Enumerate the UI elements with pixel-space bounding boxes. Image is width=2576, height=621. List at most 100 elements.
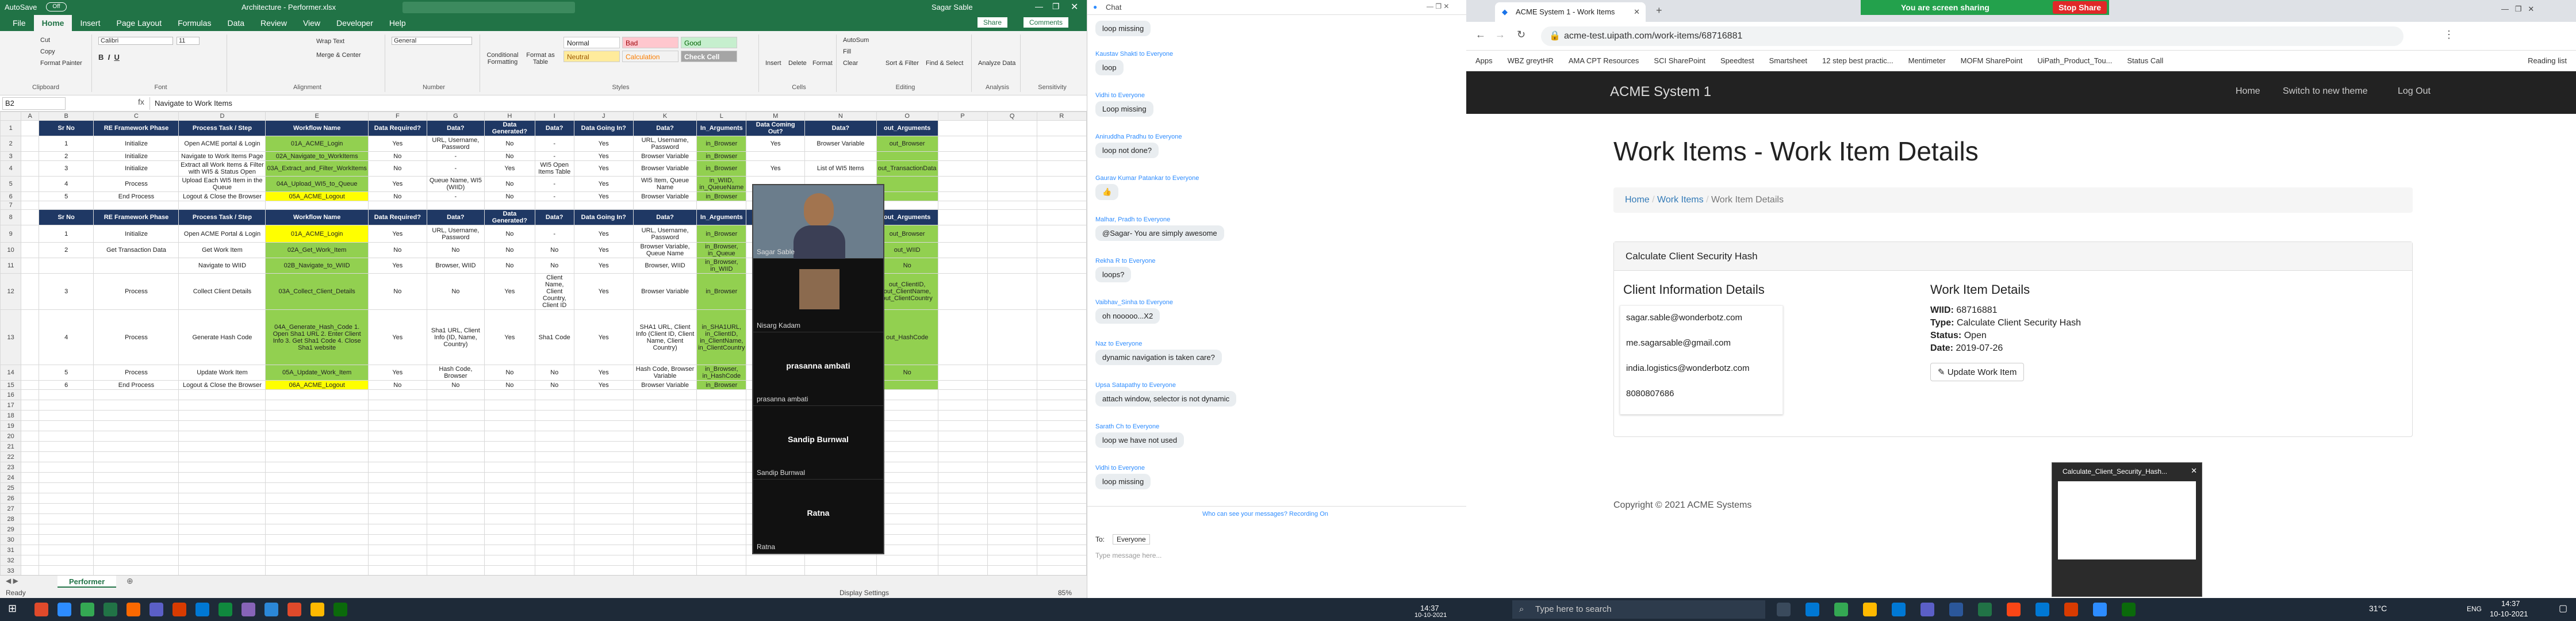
sheet-cell[interactable]: Yes [367,225,427,243]
sheet-cell[interactable] [937,160,988,177]
sheet-cell[interactable] [876,524,938,535]
sheet-cell[interactable]: Queue Name, WI5 (WIID) [426,176,485,192]
row-header[interactable]: 1 [0,120,22,136]
sheet-cell[interactable] [1036,380,1087,390]
sheet-cell[interactable] [426,513,485,524]
sheet-cell[interactable] [987,136,1037,152]
sheet-cell[interactable] [534,545,574,555]
sheet-cell[interactable] [21,420,39,431]
fx-icon[interactable]: fx [138,97,144,106]
back-icon[interactable]: ← [1475,29,1486,41]
sheet-cell[interactable]: Yes [573,242,634,258]
sheet-cell[interactable]: Yes [573,225,634,243]
column-header[interactable]: D [178,112,266,121]
sheet-cell[interactable] [1036,273,1087,310]
sheet-cell[interactable] [367,462,427,473]
sheet-cell[interactable]: Navigate to WIID [178,258,266,274]
row-header[interactable]: 11 [0,258,22,274]
sheet-cell[interactable] [937,565,988,575]
sheet-cell[interactable] [987,151,1037,161]
sheet-cell[interactable] [38,565,94,575]
sheet-cell[interactable] [367,400,427,411]
sheet-cell[interactable]: in_Browser, in_HashCode [696,365,747,381]
sheet-cell[interactable] [534,420,574,431]
tab-data[interactable]: Data [219,15,252,31]
sheet-cell[interactable] [367,431,427,442]
app-icon[interactable] [288,603,301,616]
url-bar[interactable]: 🔒 acme-test.uipath.com/work-items/687168… [1541,26,2404,46]
sheet-cell[interactable]: Data Required? [367,120,427,136]
sheet-cell[interactable] [987,451,1037,462]
sheet-cell[interactable] [38,420,94,431]
sheet-cell[interactable] [426,565,485,575]
excel-icon[interactable] [1978,603,1992,616]
browser-tab[interactable]: ◆ ACME System 1 - Work Items ✕ [1495,2,1646,22]
sheet-cell[interactable] [367,441,427,452]
sheet-cell[interactable]: Process Task / Step [178,209,266,225]
sheet-cell[interactable] [484,493,535,504]
sheet-cell[interactable]: Browser Variable [804,136,877,152]
sheet-cell[interactable] [573,503,634,514]
chat-window-controls[interactable]: — ❐ ✕ [1427,2,1449,10]
bookmark-item[interactable]: 12 step best practic... [1822,56,1893,65]
sheet-cell[interactable] [987,191,1037,201]
sheet-cell[interactable] [21,365,39,381]
sheet-cell[interactable]: SHA1 URL, Client Info (Client ID, Client… [632,309,697,365]
sheet-cell[interactable] [937,482,988,493]
sheet-cell[interactable] [265,472,369,483]
sheet-cell[interactable] [21,400,39,411]
row-header[interactable]: 28 [0,513,22,524]
sheet-cell[interactable]: in_Browser [696,273,747,310]
sheet-cell[interactable]: 5 [38,365,94,381]
breadcrumb-work-items[interactable]: Work Items [1657,195,1704,205]
sheet-cell[interactable]: 1 [38,136,94,152]
sheet-cell[interactable] [632,431,697,442]
sheet-cell[interactable] [265,441,369,452]
nav-switch-theme[interactable]: Switch to new theme [2283,86,2368,97]
share-button[interactable]: Share [977,17,1008,28]
sheet-cell[interactable] [178,462,266,473]
sheet-cell[interactable] [178,493,266,504]
chat-sender[interactable]: Upsa Satapathy to Everyone [1095,382,1236,389]
column-header[interactable]: H [484,112,535,121]
sheet-cell[interactable] [876,420,938,431]
sheet-cell[interactable] [876,410,938,421]
sheet-cell[interactable]: Sr No [38,120,94,136]
sheet-cell[interactable] [38,534,94,545]
sheet-cell[interactable]: Initialize [93,225,179,243]
sheet-cell[interactable] [484,534,535,545]
row-header[interactable]: 13 [0,309,22,365]
column-header[interactable]: I [534,112,574,121]
row-header[interactable]: 15 [0,380,22,390]
sheet-cell[interactable]: - [534,136,574,152]
sheet-cell[interactable]: 01A_ACME_Login [265,136,369,152]
sheet-cell[interactable] [93,201,179,210]
sheet-cell[interactable] [987,225,1037,243]
sheet-cell[interactable] [38,441,94,452]
sheet-cell[interactable] [178,201,266,210]
weather-temp[interactable]: 31°C [2369,604,2387,613]
sheet-cell[interactable] [1036,191,1087,201]
sheet-cell[interactable]: 05A_ACME_Logout [265,191,369,201]
sheet-cell[interactable] [876,482,938,493]
sheet-cell[interactable] [876,493,938,504]
sheet-cell[interactable] [632,389,697,400]
sheet-cell[interactable] [534,389,574,400]
sheet-cell[interactable]: 4 [38,176,94,192]
sheet-cell[interactable]: Workflow Name [265,120,369,136]
sheet-cell[interactable] [367,555,427,566]
bookmark-item[interactable]: Apps [1475,56,1493,65]
sheet-cell[interactable] [265,524,369,535]
sheet-cell[interactable] [804,555,877,566]
sheet-cell[interactable] [987,410,1037,421]
sheet-cell[interactable] [38,400,94,411]
sheet-cell[interactable] [38,503,94,514]
sheet-cell[interactable] [876,513,938,524]
video-tile[interactable]: Ratna Ratna [753,480,883,553]
comments-button[interactable]: Comments [1023,17,1069,28]
row-header[interactable]: 32 [0,555,22,566]
sheet-cell[interactable]: Process [93,309,179,365]
sheet-cell[interactable]: 1 [38,225,94,243]
sheet-cell[interactable]: Browser Variable [632,151,697,161]
sheet-cell[interactable]: List of WI5 Items [804,160,877,177]
